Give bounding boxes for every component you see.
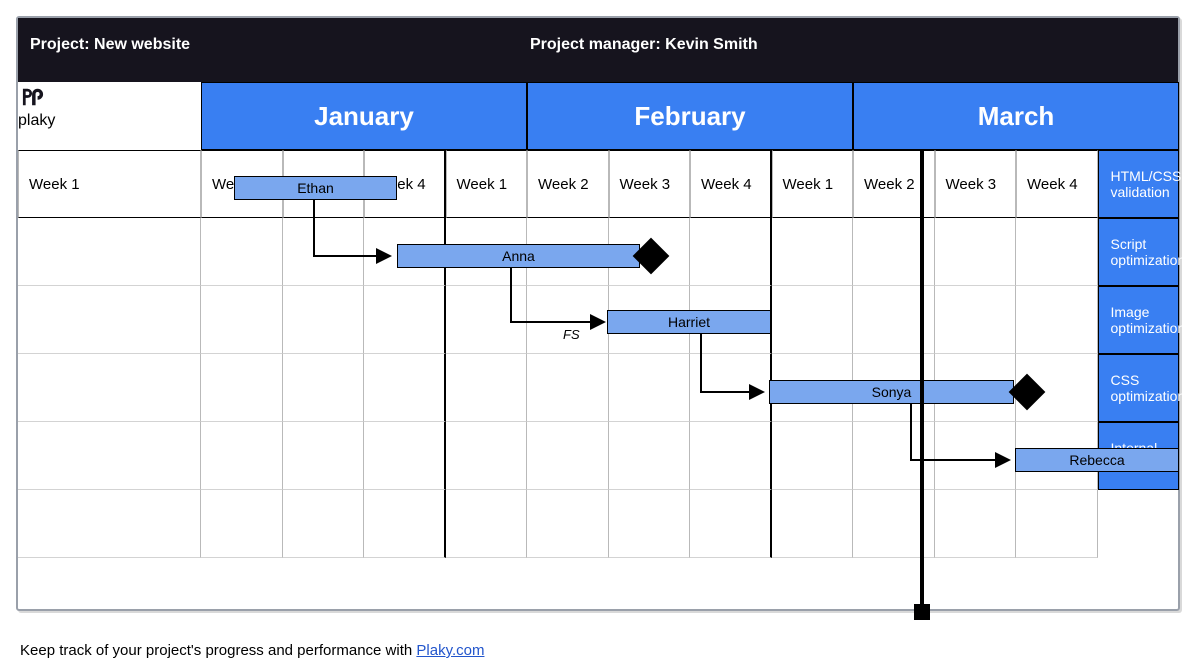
week-header: Week 3 (609, 150, 691, 218)
week-header: Week 1 (18, 150, 201, 218)
week-header: Week 1 (446, 150, 528, 218)
project-manager: Project manager: Kevin Smith (518, 18, 1178, 82)
gantt-chart-frame: Project: New website Project manager: Ke… (16, 16, 1180, 611)
week-header: Week 2 (201, 150, 283, 218)
brand-text: plaky (18, 112, 55, 129)
month-header: January (201, 82, 527, 150)
gantt-grid: plaky January February March Week 1 Week… (18, 82, 1178, 558)
caption: Keep track of your project's progress an… (20, 642, 484, 659)
plaky-link[interactable]: Plaky.com (416, 642, 484, 659)
month-header: February (527, 82, 853, 150)
week-header: Week 4 (690, 150, 772, 218)
caption-text: Keep track of your project's progress an… (20, 642, 416, 659)
task-label: CSS optimization (1098, 354, 1180, 422)
week-header: Week 3 (935, 150, 1017, 218)
project-title: Project: New website (18, 18, 518, 82)
brand-cell: plaky (18, 82, 201, 150)
week-header: Week 4 (1016, 150, 1098, 218)
task-label: Internal links (1098, 422, 1180, 490)
week-header: Week 3 (283, 150, 365, 218)
task-label: Image optimization (1098, 286, 1180, 354)
topbar: Project: New website Project manager: Ke… (18, 18, 1178, 82)
week-header: Week 1 (772, 150, 854, 218)
plaky-logo-icon (18, 82, 48, 112)
task-label: Script optimization (1098, 218, 1180, 286)
month-header: March (853, 82, 1179, 150)
task-label: HTML/CSS validation (1098, 150, 1180, 218)
today-line (920, 150, 924, 610)
today-marker-icon (914, 604, 930, 620)
week-header: Week 4 (364, 150, 446, 218)
week-header: Week 2 (527, 150, 609, 218)
